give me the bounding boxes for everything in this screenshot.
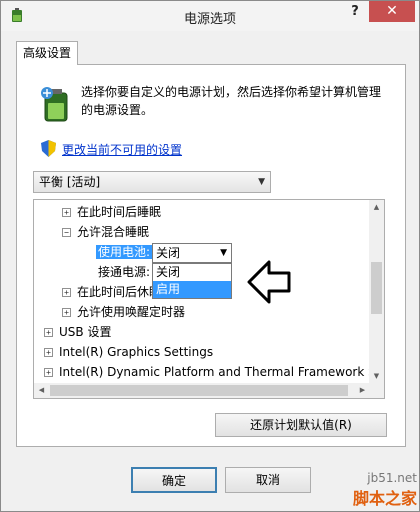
- close-button[interactable]: ✕: [369, 1, 415, 22]
- tree-item-intel-dptf[interactable]: + Intel(R) Dynamic Platform and Thermal F…: [44, 362, 370, 382]
- restore-defaults-button[interactable]: 还原计划默认值(R): [215, 413, 387, 437]
- vertical-scrollbar[interactable]: ▲ ▼: [369, 200, 384, 384]
- scroll-up-icon[interactable]: ▲: [369, 200, 384, 215]
- vertical-scroll-thumb[interactable]: [371, 262, 382, 314]
- expand-icon[interactable]: +: [62, 288, 71, 297]
- horizontal-scroll-thumb[interactable]: [50, 385, 348, 396]
- watermark-brand: 脚本之家: [352, 489, 417, 508]
- tree-item-label: USB 设置: [59, 325, 112, 339]
- chevron-down-icon: ▼: [220, 248, 227, 258]
- expand-icon[interactable]: +: [44, 348, 53, 357]
- power-options-dialog: 电源选项 ? ✕ 高级设置 选择你要自定义的电源计划，然后选择你希望计算机管理的…: [0, 0, 420, 512]
- settings-tree[interactable]: + 在此时间后睡眠 − 允许混合睡眠 使用电池: 接通电源: + 在此时间后休眠 + 允…: [33, 199, 385, 399]
- help-button[interactable]: ?: [344, 4, 366, 24]
- title-bar: 电源选项 ? ✕: [1, 1, 419, 31]
- scroll-left-icon[interactable]: ◀: [34, 383, 49, 398]
- tree-item-label: 允许使用唤醒定时器: [77, 305, 186, 319]
- scroll-right-icon[interactable]: ▶: [355, 383, 370, 398]
- cancel-button[interactable]: 取消: [225, 467, 311, 493]
- expand-icon[interactable]: +: [62, 308, 71, 317]
- tree-item-label: 在此时间后休眠: [77, 285, 162, 299]
- tree-item-on-battery[interactable]: 使用电池:: [96, 242, 153, 262]
- tree-item-plugged-in[interactable]: 接通电源:: [98, 262, 150, 282]
- change-unavailable-settings-link[interactable]: 更改当前不可用的设置: [62, 141, 182, 158]
- scroll-down-icon[interactable]: ▼: [369, 369, 384, 384]
- horizontal-scrollbar[interactable]: ◀ ▶: [34, 383, 370, 398]
- tree-item-sleep-after[interactable]: + 在此时间后睡眠: [62, 202, 161, 222]
- tree-item-hybrid-sleep[interactable]: − 允许混合睡眠: [62, 222, 149, 242]
- on-battery-value-select[interactable]: 关闭 ▼: [152, 243, 232, 263]
- uac-shield-icon: [41, 140, 56, 157]
- tab-advanced-settings[interactable]: 高级设置: [16, 41, 78, 65]
- tree-item-wake-timers[interactable]: + 允许使用唤醒定时器: [62, 302, 185, 322]
- tree-item-label: 允许混合睡眠: [77, 225, 150, 239]
- expand-icon[interactable]: +: [62, 208, 71, 217]
- on-battery-dropdown-list: 关闭 启用: [152, 263, 232, 299]
- description-text: 选择你要自定义的电源计划，然后选择你希望计算机管理的电源设置。: [81, 85, 382, 117]
- tree-item-label: 使用电池:: [96, 245, 153, 259]
- dropdown-option-on[interactable]: 启用: [153, 281, 231, 298]
- tree-item-intel-graphics[interactable]: + Intel(R) Graphics Settings: [44, 342, 213, 362]
- tree-item-label: 接通电源:: [98, 265, 151, 279]
- tree-item-label: Intel(R) Graphics Settings: [59, 345, 214, 359]
- tree-item-hibernate-after[interactable]: + 在此时间后休眠: [62, 282, 161, 302]
- expand-icon[interactable]: +: [44, 368, 53, 377]
- left-arrow-annotation-icon: [247, 260, 291, 304]
- watermark-url: jb51.net: [367, 471, 417, 485]
- site-watermark: jb51.net 脚本之家: [353, 471, 417, 509]
- advanced-settings-panel: 选择你要自定义的电源计划，然后选择你希望计算机管理的电源设置。 更改当前不可用的…: [16, 64, 406, 447]
- collapse-icon[interactable]: −: [62, 228, 71, 237]
- power-plan-value: 平衡 [活动]: [39, 175, 101, 189]
- tree-item-label: 在此时间后睡眠: [77, 205, 162, 219]
- on-battery-value: 关闭: [156, 246, 181, 260]
- power-plan-select[interactable]: 平衡 [活动] ▼: [33, 171, 271, 193]
- tree-item-label: Intel(R) Dynamic Platform and Thermal Fr…: [59, 365, 370, 379]
- ok-button[interactable]: 确定: [131, 467, 217, 493]
- dropdown-option-off[interactable]: 关闭: [153, 264, 231, 281]
- chevron-down-icon: ▼: [258, 177, 265, 187]
- expand-icon[interactable]: +: [44, 328, 53, 337]
- battery-icon: [41, 87, 68, 122]
- tree-item-usb-settings[interactable]: + USB 设置: [44, 322, 111, 342]
- scrollbar-corner: [369, 383, 384, 398]
